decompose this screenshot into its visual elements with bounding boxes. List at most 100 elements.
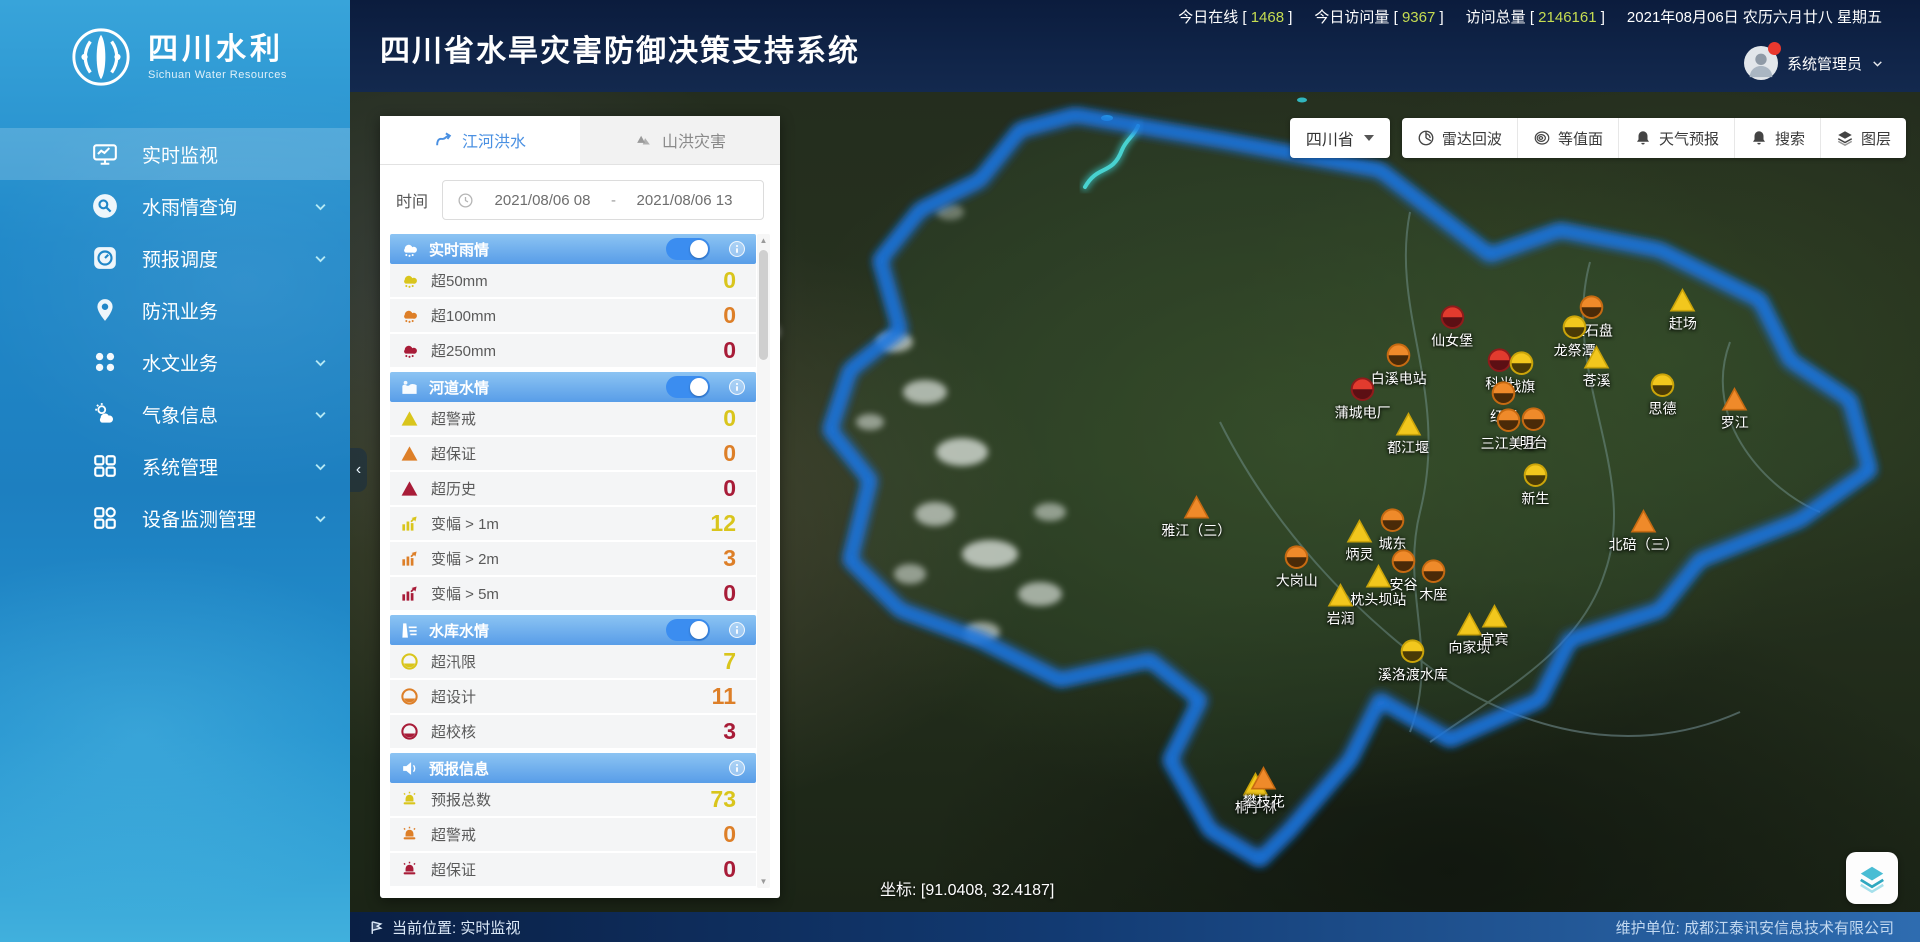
water-level-circle-icon — [1380, 508, 1405, 533]
station-label: 枕头坝站 — [1350, 590, 1406, 610]
chart-icon — [400, 514, 419, 533]
station-label: 攀枝花 — [1243, 792, 1285, 812]
gauge-icon — [400, 722, 419, 741]
tab-river-flood[interactable]: 江河洪水 — [380, 116, 580, 164]
station-marker-罗江[interactable]: 罗江 — [1721, 386, 1749, 432]
station-marker-宜宾[interactable]: 宜宾 — [1481, 604, 1509, 650]
sidebar-item-预报调度[interactable]: 预报调度 — [0, 232, 350, 284]
station-marker-木座[interactable]: 木座 — [1419, 559, 1447, 605]
map-tool-天气预报[interactable]: 天气预报 — [1618, 118, 1734, 158]
station-marker-雅江（三）[interactable]: 雅江（三） — [1161, 495, 1231, 541]
station-label: 明台 — [1520, 433, 1548, 453]
sidebar-item-水文业务[interactable]: 水文业务 — [0, 336, 350, 388]
station-marker-明台[interactable]: 明台 — [1520, 407, 1548, 453]
stat-row-label: 超警戒 — [431, 824, 476, 845]
scroll-down-arrow[interactable]: ▼ — [757, 877, 770, 886]
region-selector[interactable]: 四川省 — [1290, 118, 1390, 158]
stat-row-超100mm: 超100mm0 — [390, 299, 756, 334]
gauge-icon — [92, 245, 118, 271]
user-menu[interactable]: 系统管理员 — [1744, 46, 1884, 80]
sidebar-item-设备监测管理[interactable]: 设备监测管理 — [0, 492, 350, 544]
device-icon — [92, 505, 118, 531]
sidebar-item-防汛业务[interactable]: 防汛业务 — [0, 284, 350, 336]
time-range-input[interactable]: 2021/08/06 08 - 2021/08/06 13 — [442, 180, 764, 220]
river-icon — [434, 131, 453, 150]
station-marker-岩润[interactable]: 岩润 — [1327, 582, 1355, 628]
info-icon[interactable] — [728, 378, 746, 396]
map-tool-搜索[interactable]: 搜索 — [1734, 118, 1820, 158]
alarm-icon — [400, 790, 419, 809]
map-tool-label: 搜索 — [1775, 128, 1805, 149]
station-marker-大岗山[interactable]: 大岗山 — [1276, 545, 1318, 591]
map-tool-图层[interactable]: 图层 — [1820, 118, 1906, 158]
stat-row-label: 超100mm — [431, 305, 496, 326]
station-marker-赶场[interactable]: 赶场 — [1669, 288, 1697, 334]
station-marker-枕头坝站[interactable]: 枕头坝站 — [1350, 564, 1406, 610]
stat-row-超历史: 超历史0 — [390, 472, 756, 507]
station-marker-蒲城电厂[interactable]: 蒲城电厂 — [1335, 377, 1391, 423]
sidebar-item-水雨情查询[interactable]: 水雨情查询 — [0, 180, 350, 232]
stat-row-变幅 > 1m: 变幅 > 1m 12 — [390, 507, 756, 542]
info-icon[interactable] — [728, 240, 746, 258]
stat-row-label: 变幅 > 1m — [431, 513, 499, 534]
panel-scrollbar[interactable]: ▲ ▼ — [757, 234, 770, 888]
section-toggle[interactable] — [666, 376, 710, 398]
clock-icon — [457, 192, 474, 209]
sidebar: 四川水利 Sichuan Water Resources 实时监视水雨情查询预报… — [0, 0, 350, 942]
tab-mountain-flood[interactable]: 山洪灾害 — [580, 116, 780, 164]
sidebar-item-系统管理[interactable]: 系统管理 — [0, 440, 350, 492]
station-marker-城东[interactable]: 城东 — [1378, 508, 1406, 554]
weather-icon — [92, 401, 118, 427]
station-label: 罗江 — [1721, 412, 1749, 432]
station-marker-都江堰[interactable]: 都江堰 — [1387, 412, 1429, 458]
speaker-icon — [400, 759, 419, 778]
map-tool-group: 雷达回波 等值面天气预报 搜索图层 — [1402, 118, 1906, 158]
stat-row-label: 变幅 > 2m — [431, 548, 499, 569]
info-icon[interactable] — [728, 621, 746, 639]
section-title: 水库水情 — [429, 620, 489, 641]
contour-icon — [1533, 129, 1551, 147]
gauge-icon — [400, 687, 419, 706]
scroll-up-arrow[interactable]: ▲ — [757, 236, 770, 245]
stat-row-超警戒: 超警戒0 — [390, 402, 756, 437]
map-tool-等值面[interactable]: 等值面 — [1517, 118, 1618, 158]
station-marker-炳灵[interactable]: 炳灵 — [1346, 519, 1374, 565]
map-tool-label: 等值面 — [1558, 128, 1603, 149]
stat-row-value: 0 — [723, 580, 736, 607]
stat-row-预报总数: 预报总数73 — [390, 783, 756, 818]
stat-item: 访问总量 [ 2146161 ] — [1466, 9, 1605, 26]
section-toggle[interactable] — [666, 619, 710, 641]
settings-icon — [92, 453, 118, 479]
water-level-circle-icon — [1386, 343, 1411, 368]
sidebar-item-label: 实时监视 — [142, 141, 218, 168]
scroll-thumb[interactable] — [759, 250, 768, 360]
sidebar-item-气象信息[interactable]: 气象信息 — [0, 388, 350, 440]
location-flag-icon — [368, 919, 385, 936]
section-title: 河道水情 — [429, 377, 489, 398]
stat-row-label: 超校核 — [431, 721, 476, 742]
stat-row-value: 12 — [710, 510, 736, 537]
water-level-circle-icon — [1400, 639, 1425, 664]
station-marker-思德[interactable]: 思德 — [1649, 373, 1677, 419]
section-toggle[interactable] — [666, 238, 710, 260]
basemap-switcher-button[interactable] — [1846, 852, 1898, 904]
station-marker-北碚（三）[interactable]: 北碚（三） — [1609, 509, 1679, 555]
station-marker-攀枝花[interactable]: 攀枝花 — [1243, 766, 1285, 812]
warning-triangle-icon — [1481, 604, 1508, 629]
station-marker-新生[interactable]: 新生 — [1521, 463, 1549, 509]
stat-row-value: 0 — [723, 405, 736, 432]
sidebar-menu: 实时监视水雨情查询预报调度防汛业务水文业务气象信息系统管理设备监测管理 — [0, 128, 350, 544]
info-icon[interactable] — [728, 759, 746, 777]
map-tool-雷达回波[interactable]: 雷达回波 — [1402, 118, 1517, 158]
station-marker-苍溪[interactable]: 苍溪 — [1583, 345, 1611, 391]
reservoir-icon — [400, 621, 419, 640]
stat-row-value: 3 — [723, 718, 736, 745]
stat-row-value: 3 — [723, 545, 736, 572]
rain-icon — [400, 341, 419, 360]
map-canvas[interactable]: 仙女堡白溪电站蒲城电厂科光战旗红岩三江美亚明台上石盘龙祭潭赶场苍溪思德罗江都江堰… — [350, 92, 1920, 912]
sidebar-item-实时监视[interactable]: 实时监视 — [0, 128, 350, 180]
station-marker-仙女堡[interactable]: 仙女堡 — [1431, 304, 1473, 350]
stat-row-label: 超50mm — [431, 270, 488, 291]
sidebar-collapse-handle[interactable]: ‹ — [350, 448, 367, 492]
station-marker-溪洛渡水库[interactable]: 溪洛渡水库 — [1378, 639, 1448, 685]
